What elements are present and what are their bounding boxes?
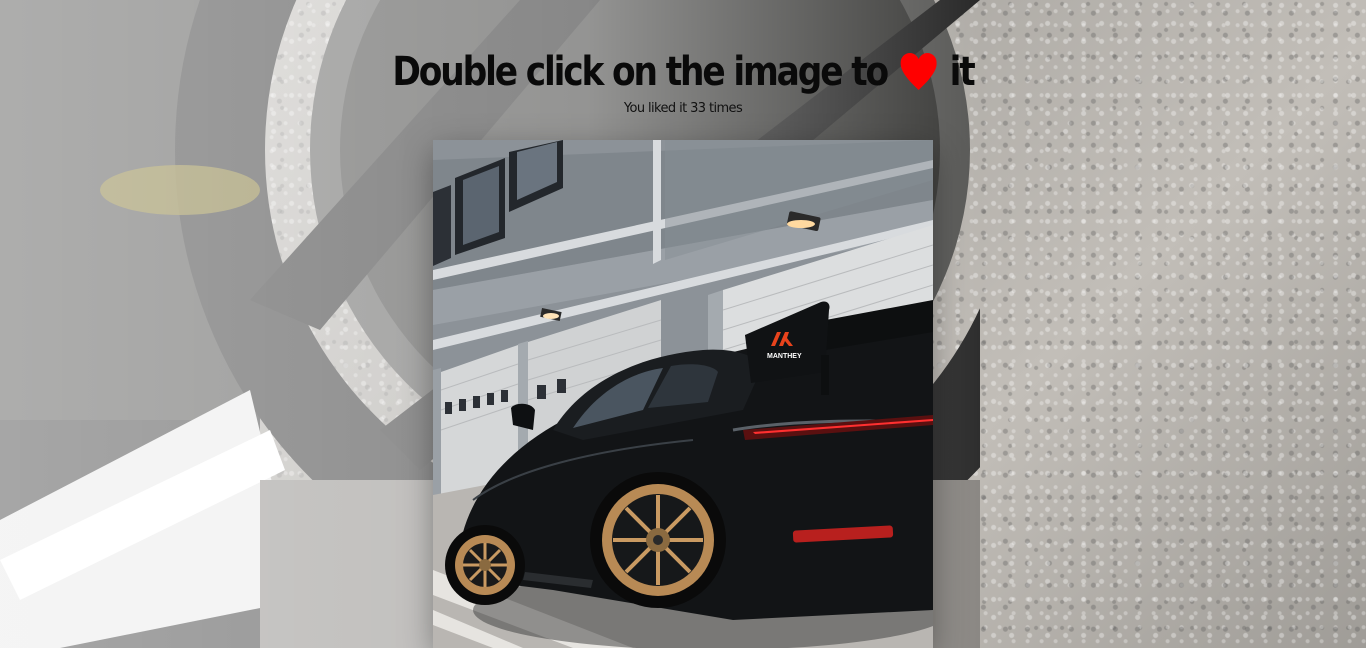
- like-count: You liked it 33 times: [623, 101, 743, 116]
- page-title: Double click on the image to it: [96, 44, 1271, 100]
- page: Double click on the image to it You like…: [0, 0, 1366, 648]
- heart-icon: [900, 50, 937, 90]
- like-photo[interactable]: MANTHEY: [433, 140, 933, 648]
- wing-logo-text: MANTHEY: [767, 353, 802, 360]
- title-text-after: it: [949, 49, 976, 95]
- title-text-before: Double click on the image to: [392, 49, 889, 95]
